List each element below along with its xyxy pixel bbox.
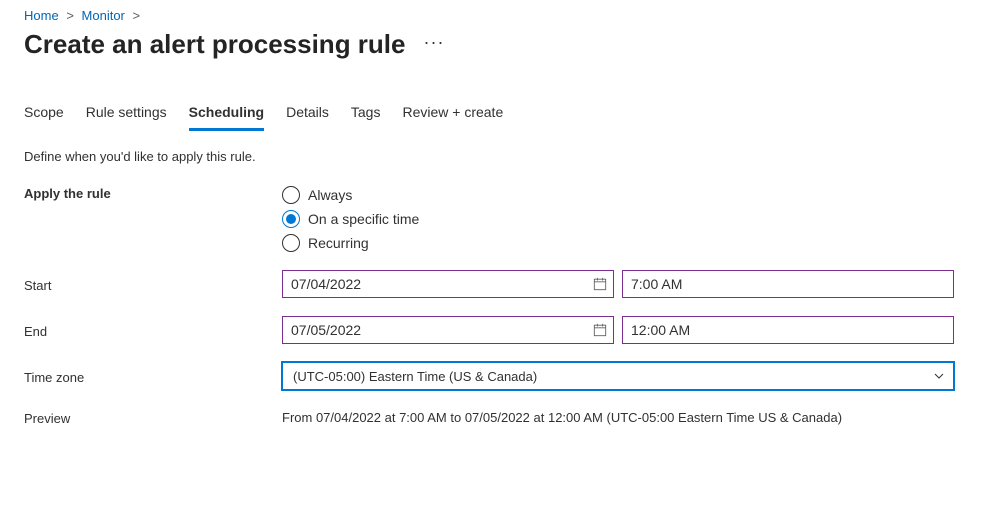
radio-specific-label: On a specific time	[308, 211, 419, 227]
end-date-value: 07/05/2022	[291, 322, 361, 338]
start-label: Start	[24, 275, 282, 293]
tab-scope[interactable]: Scope	[24, 104, 64, 131]
apply-rule-radio-group: Always On a specific time Recurring	[282, 186, 996, 252]
end-time-value: 12:00 AM	[631, 322, 690, 338]
chevron-right-icon: >	[133, 8, 141, 23]
breadcrumb-monitor[interactable]: Monitor	[82, 8, 125, 23]
timezone-value: (UTC-05:00) Eastern Time (US & Canada)	[293, 369, 537, 384]
tab-tags[interactable]: Tags	[351, 104, 381, 131]
start-time-input[interactable]: 7:00 AM	[622, 270, 954, 298]
chevron-down-icon	[933, 370, 945, 382]
breadcrumb: Home > Monitor >	[24, 8, 996, 23]
end-time-input[interactable]: 12:00 AM	[622, 316, 954, 344]
radio-icon	[282, 210, 300, 228]
radio-specific-time[interactable]: On a specific time	[282, 210, 996, 228]
tab-review-create[interactable]: Review + create	[402, 104, 503, 131]
end-label: End	[24, 321, 282, 339]
radio-always[interactable]: Always	[282, 186, 996, 204]
breadcrumb-home[interactable]: Home	[24, 8, 59, 23]
calendar-icon	[593, 277, 607, 291]
radio-icon	[282, 234, 300, 252]
radio-icon	[282, 186, 300, 204]
timezone-select[interactable]: (UTC-05:00) Eastern Time (US & Canada)	[282, 362, 954, 390]
page-title: Create an alert processing rule	[24, 29, 405, 60]
chevron-right-icon: >	[66, 8, 74, 23]
start-date-input[interactable]: 07/04/2022	[282, 270, 614, 298]
calendar-icon	[593, 323, 607, 337]
radio-recurring-label: Recurring	[308, 235, 369, 251]
apply-rule-label: Apply the rule	[24, 186, 282, 201]
tab-details[interactable]: Details	[286, 104, 329, 131]
more-actions-button[interactable]: ···	[423, 33, 444, 57]
preview-label: Preview	[24, 408, 282, 426]
start-date-value: 07/04/2022	[291, 276, 361, 292]
timezone-label: Time zone	[24, 367, 282, 385]
radio-always-label: Always	[308, 187, 352, 203]
end-date-input[interactable]: 07/05/2022	[282, 316, 614, 344]
start-time-value: 7:00 AM	[631, 276, 682, 292]
scheduling-description: Define when you'd like to apply this rul…	[24, 149, 996, 164]
preview-text: From 07/04/2022 at 7:00 AM to 07/05/2022…	[282, 410, 842, 425]
radio-recurring[interactable]: Recurring	[282, 234, 996, 252]
tab-bar: Scope Rule settings Scheduling Details T…	[24, 104, 996, 131]
tab-rule-settings[interactable]: Rule settings	[86, 104, 167, 131]
tab-scheduling[interactable]: Scheduling	[189, 104, 264, 131]
